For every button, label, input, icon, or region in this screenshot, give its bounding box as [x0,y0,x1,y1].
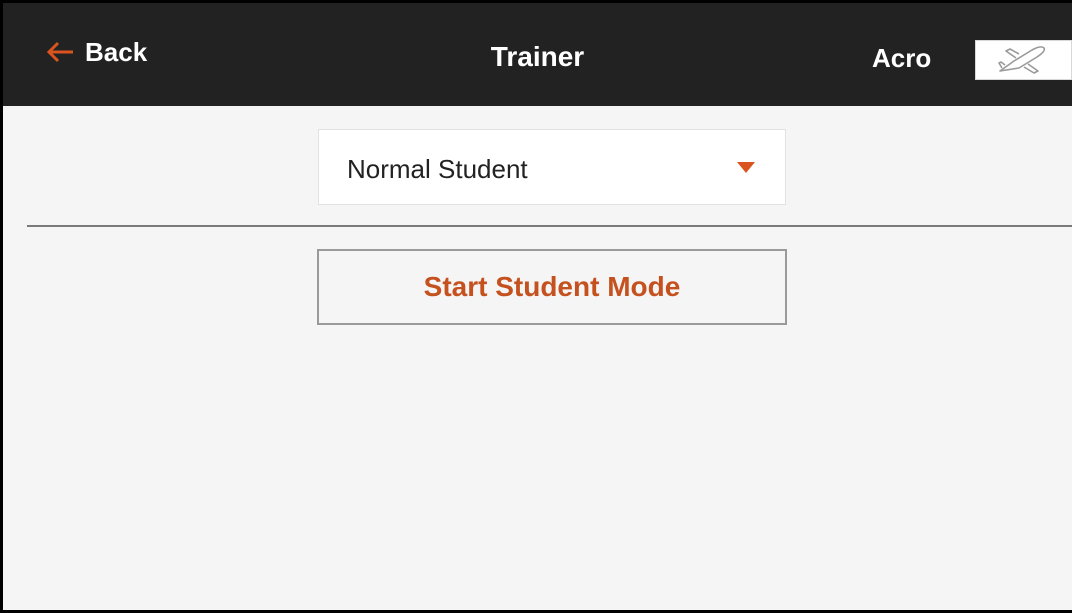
start-student-mode-button[interactable]: Start Student Mode [317,249,787,325]
dropdown-caret-icon [737,162,755,173]
divider [27,225,1072,227]
trainer-screen: Back Trainer Acro Normal Student Start S… [0,0,1072,613]
model-type-label: Acro [872,43,932,73]
top-bar: Back Trainer Acro [3,3,1072,106]
model-type-button[interactable] [975,40,1072,80]
trainer-mode-dropdown[interactable]: Normal Student [318,129,786,205]
trainer-mode-value: Normal Student [347,154,528,184]
airplane-icon [997,46,1045,74]
